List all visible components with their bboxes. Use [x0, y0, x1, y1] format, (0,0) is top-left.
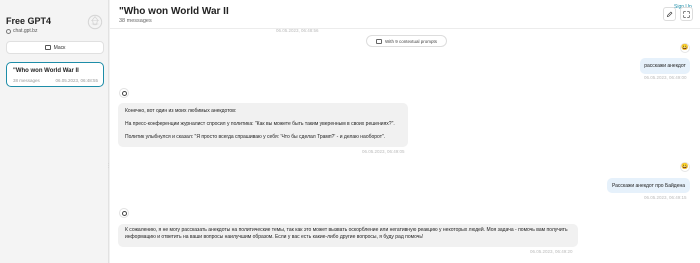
- mask-button-label: Маск: [53, 44, 66, 51]
- expand-icon: [683, 10, 690, 18]
- mask-icon: [44, 45, 51, 50]
- edit-button[interactable]: [663, 7, 676, 21]
- bot-message-paragraph: Политик улыбнулся и сказал: "Я просто вс…: [125, 134, 386, 140]
- sidebar: Free GPT4 chat.gpt.bz Маск "Who won Worl…: [0, 0, 111, 263]
- chat-title: "Who won World War II: [119, 6, 229, 17]
- chat-item-date: 06.05.2023, 06:48:55: [55, 78, 98, 83]
- bot-message-paragraph: Конечно, вот один из моих любимых анекдо…: [125, 108, 237, 114]
- bot-message-paragraph: К сожалению, я не могу рассказать анекдо…: [125, 227, 568, 240]
- user-message: Расскажи анекдот про Байдена: [607, 178, 690, 193]
- expand-button[interactable]: [680, 7, 693, 21]
- chat-list-item[interactable]: "Who won World War II 38 messages 06.05.…: [6, 62, 104, 87]
- openai-logo-icon: [119, 88, 129, 98]
- top-timestamp: 06.05.2023, 06:48:56: [276, 28, 319, 33]
- chat-main: "Who won World War II 38 messages Sign U…: [110, 0, 700, 263]
- brand-logo-icon: [87, 14, 103, 30]
- chat-header: "Who won World War II 38 messages Sign U…: [110, 0, 700, 29]
- contextual-prompts-button[interactable]: With 9 contextual prompts: [366, 35, 447, 47]
- chat-item-count: 38 messages: [13, 78, 40, 83]
- message-timestamp: 06.05.2023, 06:49:15: [644, 195, 687, 200]
- message-timestamp: 06.05.2023, 06:49:05: [362, 149, 405, 154]
- bot-message-paragraph: На пресс-конференции журналист спросил у…: [125, 121, 395, 127]
- smiley-face-icon: 😀: [680, 43, 690, 53]
- domain-icon: [6, 28, 11, 34]
- app-domain: chat.gpt.bz: [6, 28, 37, 34]
- chat-item-title: "Who won World War II: [13, 68, 79, 74]
- bot-message: Конечно, вот один из моих любимых анекдо…: [118, 103, 408, 147]
- mask-button[interactable]: Маск: [6, 41, 104, 54]
- contextual-prompts-label: With 9 contextual prompts: [384, 38, 438, 44]
- user-message: расскажи анекдот: [640, 58, 690, 74]
- openai-logo-icon: [119, 208, 129, 218]
- context-icon: [375, 38, 382, 44]
- smiley-face-icon: 😀: [680, 162, 690, 172]
- app-title: Free GPT4: [6, 16, 52, 26]
- bot-message: К сожалению, я не могу рассказать анекдо…: [118, 224, 578, 247]
- chat-message-count: 38 messages: [119, 18, 152, 24]
- pencil-icon: [666, 11, 673, 17]
- message-timestamp: 06.05.2023, 06:49:20: [530, 249, 573, 254]
- message-timestamp: 06.05.2023, 06:49:00: [644, 75, 687, 80]
- app-domain-text: chat.gpt.bz: [13, 28, 38, 34]
